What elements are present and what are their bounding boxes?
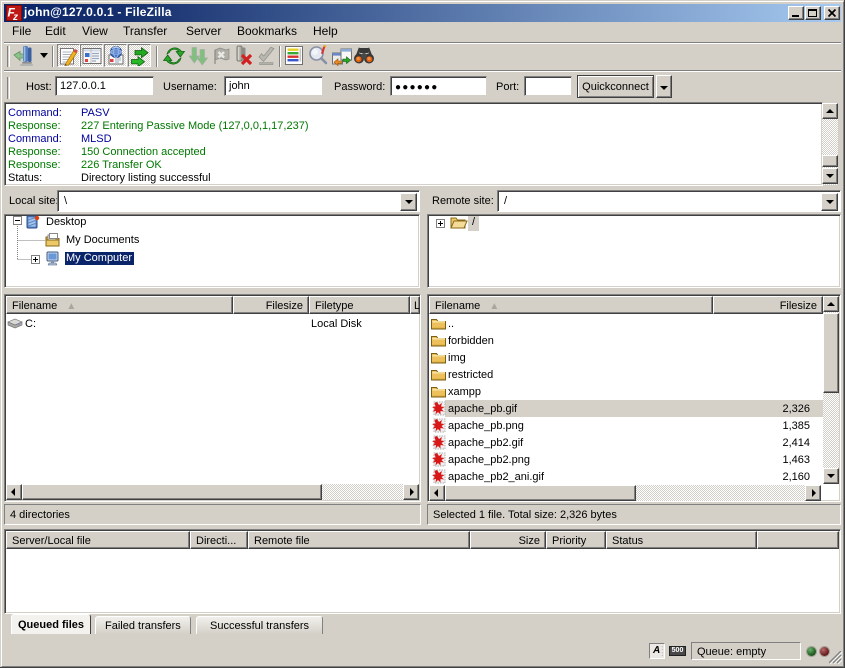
svg-text:z: z (12, 12, 18, 21)
